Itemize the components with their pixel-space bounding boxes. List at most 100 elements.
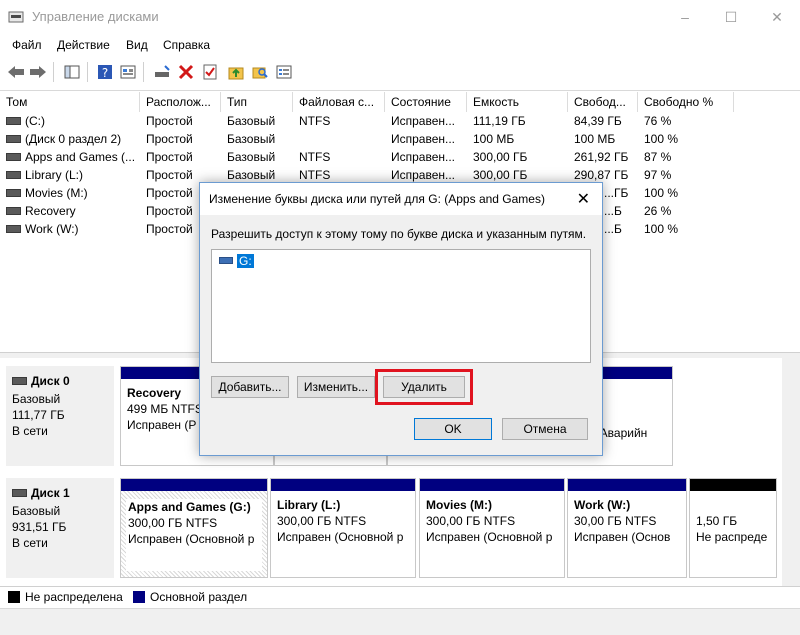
layout-cell: Простой (146, 114, 193, 128)
free-cell: 84,39 ГБ (574, 114, 622, 128)
disk-status: В сети (12, 424, 48, 438)
partition-apps-and-games[interactable]: Apps and Games (G:) 300,00 ГБ NTFS Исправе… (120, 478, 268, 578)
change-button[interactable]: Изменить... (297, 376, 375, 398)
status-cell: Исправен... (391, 150, 456, 164)
free-cell: ...Б (604, 204, 622, 218)
free-percent-cell: 76 % (644, 114, 672, 128)
minimize-button[interactable]: – (662, 0, 708, 34)
table-row[interactable]: (Диск 0 раздел 2) Простой Базовый Исправ… (0, 130, 800, 148)
search-folder-icon[interactable] (250, 62, 270, 82)
volume-name: Library (L:) (25, 168, 84, 182)
free-percent-cell: 97 % (644, 168, 672, 182)
close-button[interactable]: ✕ (754, 0, 800, 34)
disk-size: 931,51 ГБ (12, 520, 67, 534)
window-title: Управление дисками (32, 9, 159, 24)
column-header-volume[interactable]: Том (0, 92, 140, 112)
menu-bar (0, 34, 800, 56)
partition-status: Исправен (Основной р (426, 530, 553, 544)
checklist-icon[interactable] (200, 62, 220, 82)
capacity-cell: 100 МБ (473, 132, 515, 146)
layout-cell: Простой (146, 168, 193, 182)
legend-swatch-unallocated (8, 591, 20, 603)
partition-size: 1,50 ГБ (696, 514, 738, 528)
partition-bar (121, 479, 267, 491)
toolbar-separator (87, 62, 88, 82)
partition-bar (420, 479, 564, 491)
partition-title: Library (L:) (277, 498, 341, 512)
ok-button[interactable]: OK (414, 418, 492, 440)
menu-action[interactable]: Действие (57, 38, 110, 52)
column-header-capacity[interactable]: Емкость (467, 92, 568, 112)
free-percent-cell: 87 % (644, 150, 672, 164)
partition-unallocated[interactable]: 1,50 ГБ Не распреде (689, 478, 777, 578)
type-cell: Базовый (227, 150, 276, 164)
partition-movies[interactable]: Movies (M:) 300,00 ГБ NTFS Исправен (Основ… (419, 478, 565, 578)
dialog-close-icon[interactable]: ✕ (577, 189, 590, 209)
column-header-type[interactable]: Тип (221, 92, 293, 112)
menu-help[interactable]: Справка (163, 38, 210, 52)
column-header-status[interactable]: Состояние (385, 92, 467, 112)
free-percent-cell: 100 % (644, 222, 679, 236)
disk-name: Диск 0 (31, 374, 70, 388)
drive-icon (6, 134, 21, 143)
change-drive-letter-dialog: Изменение буквы диска или путей для G: (… (199, 182, 603, 456)
legend-label-unallocated: Не распределена (25, 590, 123, 604)
properties-icon[interactable] (118, 62, 138, 82)
disk-name: Диск 1 (31, 486, 70, 500)
partition-status: Исправен (Основной р (128, 532, 255, 546)
drive-icon (219, 256, 233, 264)
disk-status: В сети (12, 536, 48, 550)
status-cell: Исправен... (391, 132, 456, 146)
partition-title: Work (W:) (574, 498, 631, 512)
partition-bar (271, 479, 415, 491)
menu-view[interactable]: Вид (126, 38, 148, 52)
disk-1-label[interactable]: Диск 1 Базовый 931,51 ГБ В сети (6, 478, 114, 578)
disk-size: 111,77 ГБ (12, 408, 65, 422)
disk-type: Базовый (12, 504, 61, 518)
table-row[interactable]: (C:) Простой Базовый NTFS Исправен... 11… (0, 112, 800, 130)
partition-size: 300,00 ГБ NTFS (277, 514, 367, 528)
disk-0-label[interactable]: Диск 0 Базовый 111,77 ГБ В сети (6, 366, 114, 466)
column-header-filesystem[interactable]: Файловая с... (293, 92, 385, 112)
disk-map-scrollbar[interactable] (782, 358, 800, 586)
partition-size: 300,00 ГБ NTFS (426, 514, 516, 528)
column-header-layout[interactable]: Располож... (140, 92, 221, 112)
drive-icon (6, 170, 21, 179)
volume-name: Work (W:) (25, 222, 79, 236)
back-arrow-icon[interactable] (6, 62, 26, 82)
volume-name: Recovery (25, 204, 76, 218)
add-button[interactable]: Добавить... (211, 376, 289, 398)
column-header-free[interactable]: Свобод... (568, 92, 638, 112)
up-folder-icon[interactable] (226, 62, 246, 82)
drive-letter-g[interactable]: G: (237, 254, 254, 268)
drive-icon (6, 152, 21, 161)
free-cell: ...Б (604, 222, 622, 236)
table-row[interactable]: Apps and Games (... Простой Базовый NTFS… (0, 148, 800, 166)
drive-icon (6, 224, 21, 233)
menu-file[interactable]: Файл (12, 38, 42, 52)
partition-library[interactable]: Library (L:) 300,00 ГБ NTFS Исправен (Осно… (270, 478, 416, 578)
column-header-free-percent[interactable]: Свободно % (638, 92, 734, 112)
filesystem-cell: NTFS (299, 114, 331, 128)
partition-status: Исправен (Основ (574, 530, 671, 544)
list-view-icon[interactable] (274, 62, 294, 82)
maximize-button[interactable]: ☐ (708, 0, 754, 34)
drive-paths-list[interactable]: G: (211, 249, 591, 363)
delete-x-icon[interactable] (176, 62, 196, 82)
list-item[interactable]: G: (219, 254, 254, 268)
partition-bar (690, 479, 776, 491)
connect-disk-icon[interactable] (152, 62, 172, 82)
drive-icon (6, 116, 21, 125)
free-cell: 261,92 ГБ (574, 150, 629, 164)
partition-title: Movies (M:) (426, 498, 492, 512)
help-icon[interactable]: ? (95, 62, 115, 82)
status-bar (0, 608, 800, 635)
console-tree-icon[interactable] (62, 62, 82, 82)
forward-arrow-icon[interactable] (28, 62, 48, 82)
cancel-button[interactable]: Отмена (502, 418, 588, 440)
volume-name: (C:) (25, 114, 45, 128)
layout-cell: Простой (146, 204, 193, 218)
layout-cell: Простой (146, 150, 193, 164)
partition-work[interactable]: Work (W:) 30,00 ГБ NTFS Исправен (Основ (567, 478, 687, 578)
free-percent-cell: 100 % (644, 186, 679, 200)
